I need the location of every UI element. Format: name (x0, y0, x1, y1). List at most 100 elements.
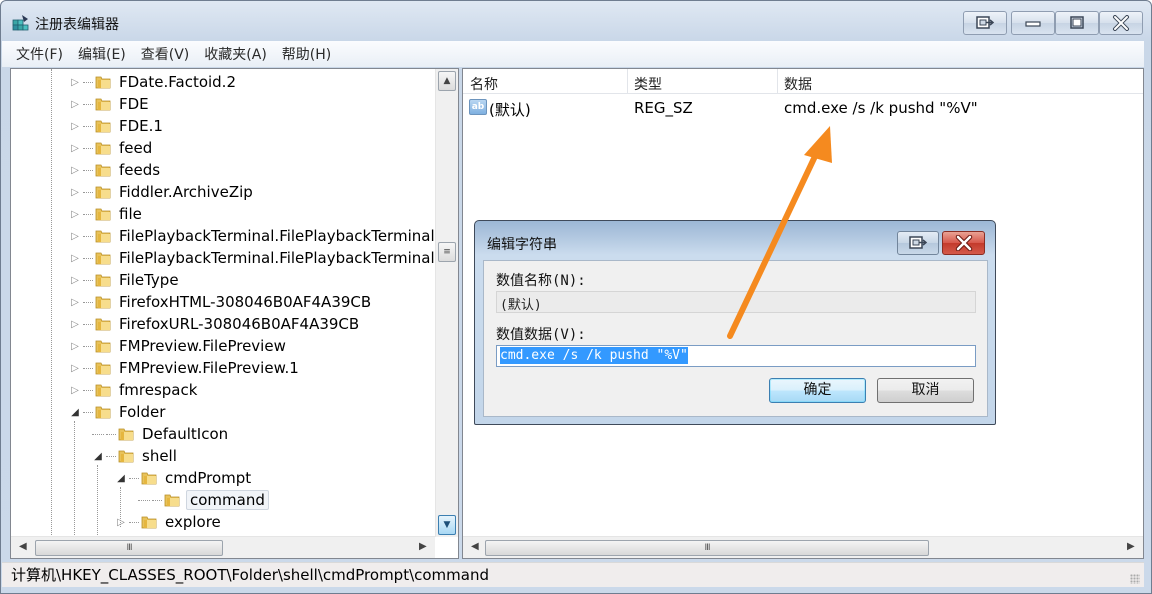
tree-node-label[interactable]: explore (163, 512, 223, 532)
resize-grip-icon[interactable] (1130, 574, 1140, 584)
tree-node-label[interactable]: FMPreview.FilePreview.1 (117, 358, 301, 378)
dialog-restore-button[interactable] (897, 231, 939, 255)
collapse-arrow-icon[interactable]: ◢ (69, 407, 81, 418)
tree-node-label[interactable]: fmrespack (117, 380, 199, 400)
registry-key-tree[interactable]: ▷ FDate.Factoid.2 ▷ FDE ▷ FDE.1 ▷ feed ▷ feeds ▷ Fi… (10, 68, 459, 559)
collapse-arrow-icon[interactable]: ◢ (115, 473, 127, 484)
tree-hscroll-thumb[interactable]: III (35, 540, 223, 556)
menu-favorites[interactable]: 收藏夹(A) (204, 44, 267, 64)
tree-node-label[interactable]: DefaultIcon (140, 424, 230, 444)
title-bar[interactable]: 注册表编辑器 (1, 1, 1151, 41)
expand-arrow-icon[interactable]: ▷ (69, 275, 81, 286)
tree-node-label[interactable]: FirefoxHTML-308046B0AF4A39CB (117, 292, 373, 312)
tree-node-label[interactable]: FileType (117, 270, 181, 290)
expand-arrow-icon[interactable]: ▷ (69, 319, 81, 330)
tree-node[interactable]: ▷ feed (69, 137, 154, 159)
expand-arrow-icon[interactable]: ▷ (69, 99, 81, 110)
tree-node-label[interactable]: feed (117, 138, 154, 158)
tree-horizontal-scrollbar[interactable]: ◀ III ▶ (11, 536, 435, 558)
scroll-up-button[interactable]: ▲ (438, 71, 456, 91)
scroll-right-icon[interactable]: ▶ (1127, 541, 1135, 552)
tree-node[interactable]: ▷ FileType (69, 269, 181, 291)
list-hscroll-thumb[interactable]: III (485, 540, 929, 556)
expand-arrow-icon[interactable]: ▷ (69, 385, 81, 396)
tree-node[interactable]: ▷ FilePlaybackTerminal.FilePlaybackTermin… (69, 247, 451, 269)
scroll-left-icon[interactable]: ◀ (471, 541, 479, 552)
tree-node[interactable]: ▷ FilePlaybackTerminal.FilePlaybackTermin… (69, 225, 437, 247)
column-type[interactable]: 类型 (634, 74, 662, 94)
expand-arrow-icon[interactable]: ▷ (69, 253, 81, 264)
tree-node[interactable]: ▷ feeds (69, 159, 162, 181)
tree-node[interactable]: ▷ FDE (69, 93, 151, 115)
tree-node-label[interactable]: FDE.1 (117, 116, 165, 136)
expand-arrow-icon[interactable]: ▷ (69, 77, 81, 88)
menu-edit[interactable]: 编辑(E) (78, 44, 126, 64)
expand-arrow-icon[interactable]: ▷ (69, 341, 81, 352)
value-data-input[interactable]: cmd.exe /s /k pushd "%V" (496, 345, 976, 367)
column-data[interactable]: 数据 (784, 74, 812, 94)
tree-vertical-scrollbar[interactable]: ▲ ≡ ▼ (435, 69, 458, 537)
list-horizontal-scrollbar[interactable]: ◀ III ▶ (463, 536, 1143, 558)
tree-node-label-selected[interactable]: command (186, 490, 269, 510)
tree-node[interactable]: ▷ FMPreview.FilePreview (69, 335, 288, 357)
column-divider[interactable] (627, 69, 628, 94)
tree-node-label[interactable]: feeds (117, 160, 162, 180)
menu-view[interactable]: 查看(V) (141, 44, 190, 64)
tree-node-label[interactable]: cmdPrompt (163, 468, 253, 488)
tree-node[interactable]: ▷ FDE.1 (69, 115, 165, 137)
expand-arrow-icon[interactable]: ▷ (69, 165, 81, 176)
tree-node[interactable]: ▷ FirefoxURL-308046B0AF4A39CB (69, 313, 361, 335)
tree-node[interactable]: DefaultIcon (92, 423, 230, 445)
ok-button[interactable]: 确定 (769, 378, 866, 403)
expand-arrow-icon[interactable]: ▷ (69, 143, 81, 154)
restore-down-button[interactable] (963, 11, 1007, 35)
tree-node[interactable]: ▷ fmrespack (69, 379, 199, 401)
tree-node-label[interactable]: file (117, 204, 144, 224)
tree-vscroll-thumb[interactable]: ≡ (438, 242, 456, 262)
maximize-button[interactable] (1055, 11, 1099, 35)
tree-node[interactable]: ▷ FMPreview.FilePreview.1 (69, 357, 301, 379)
tree-node[interactable]: ◢ cmdPrompt (115, 467, 253, 489)
close-button[interactable] (1099, 11, 1143, 35)
tree-node[interactable]: ▷ Fiddler.ArchiveZip (69, 181, 255, 203)
tree-node[interactable]: command (138, 489, 269, 511)
expand-arrow-icon[interactable]: ▷ (69, 231, 81, 242)
tree-node[interactable]: ◢ shell (92, 445, 179, 467)
column-divider[interactable] (777, 69, 778, 94)
tree-node-label[interactable]: FilePlaybackTerminal.FilePlaybackTermina… (117, 226, 437, 246)
tree-node-label[interactable]: FirefoxURL-308046B0AF4A39CB (117, 314, 361, 334)
scroll-right-icon[interactable]: ▶ (419, 541, 427, 552)
tree-node-label[interactable]: FilePlaybackTerminal.FilePlaybackTermina… (117, 248, 451, 268)
tree-node-label[interactable]: Folder (117, 402, 167, 422)
expand-arrow-icon[interactable]: ▷ (69, 209, 81, 220)
menu-help[interactable]: 帮助(H) (282, 44, 331, 64)
expand-arrow-icon[interactable]: ▷ (69, 187, 81, 198)
tree-node-label[interactable]: shell (140, 446, 179, 466)
tree-node-label[interactable]: FMPreview.FilePreview (117, 336, 288, 356)
minimize-icon (1025, 21, 1041, 27)
expand-arrow-icon[interactable]: ▷ (115, 517, 127, 528)
tree-node[interactable]: ▷ FDate.Factoid.2 (69, 71, 238, 93)
expand-arrow-icon[interactable]: ▷ (69, 121, 81, 132)
tree-node[interactable]: ◢ Folder (69, 401, 167, 423)
expand-arrow-icon[interactable]: ▷ (69, 297, 81, 308)
folder-icon (95, 250, 111, 266)
minimize-button[interactable] (1011, 11, 1055, 35)
tree-node[interactable]: ▷ explore (115, 511, 223, 533)
tree-node[interactable]: ▷ FirefoxHTML-308046B0AF4A39CB (69, 291, 373, 313)
cancel-button[interactable]: 取消 (877, 378, 974, 403)
tree-node-label[interactable]: FDE (117, 94, 151, 114)
tree-node[interactable]: ▷ file (69, 203, 144, 225)
value-row[interactable]: ab (默认) REG_SZ cmd.exe /s /k pushd "%V" (463, 96, 1143, 120)
expand-arrow-icon[interactable]: ▷ (69, 363, 81, 374)
restore-icon (909, 236, 928, 249)
column-name[interactable]: 名称 (470, 74, 498, 94)
dialog-close-button[interactable] (942, 231, 985, 255)
menu-file[interactable]: 文件(F) (16, 44, 63, 64)
scroll-down-button[interactable]: ▼ (438, 515, 456, 535)
tree-node-label[interactable]: FDate.Factoid.2 (117, 72, 238, 92)
collapse-arrow-icon[interactable]: ◢ (92, 451, 104, 462)
tree-connector (83, 367, 93, 369)
scroll-left-icon[interactable]: ◀ (19, 541, 27, 552)
tree-node-label[interactable]: Fiddler.ArchiveZip (117, 182, 255, 202)
